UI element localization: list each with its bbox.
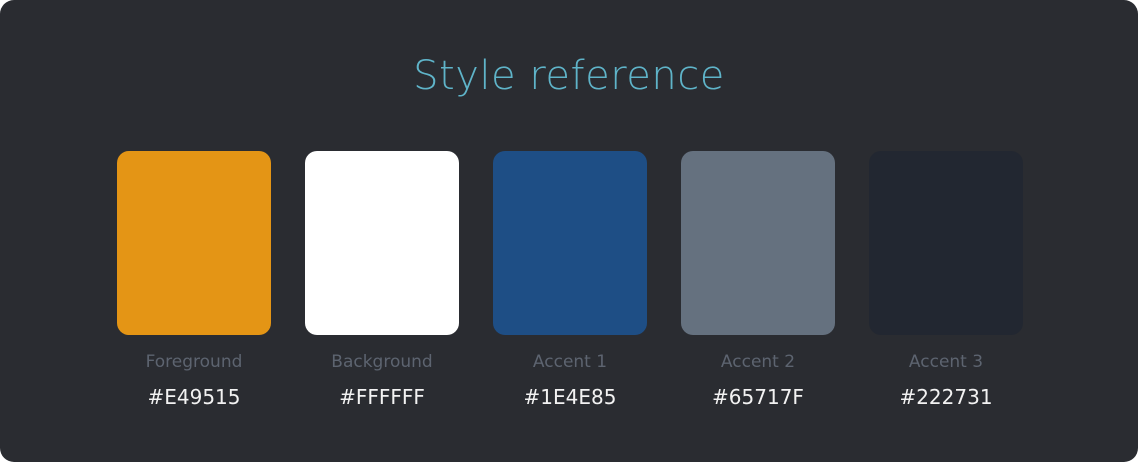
swatch-hex-value: #E49515 [147, 385, 241, 409]
swatch-foreground: Foreground #E49515 [117, 151, 271, 410]
swatch-accent-2: Accent 2 #65717F [681, 151, 835, 410]
swatch-label: Accent 2 [720, 352, 796, 372]
swatch-hex-value: #222731 [899, 385, 993, 409]
color-chip-accent-1 [493, 151, 647, 335]
color-chip-accent-3 [869, 151, 1023, 335]
swatch-label: Foreground [145, 352, 243, 372]
swatch-accent-1: Accent 1 #1E4E85 [493, 151, 647, 410]
swatch-list: Foreground #E49515 Background #FFFFFF Ac… [117, 151, 1023, 410]
color-chip-foreground [117, 151, 271, 335]
swatch-hex-value: #65717F [712, 385, 804, 409]
swatch-label: Accent 1 [532, 352, 608, 372]
swatch-background: Background #FFFFFF [305, 151, 459, 410]
color-chip-accent-2 [681, 151, 835, 335]
swatch-hex-value: #1E4E85 [523, 385, 617, 409]
swatch-hex-value: #FFFFFF [339, 385, 425, 409]
swatch-label: Background [331, 352, 433, 372]
page-title: Style reference [413, 53, 725, 99]
swatch-label: Accent 3 [908, 352, 984, 372]
color-chip-background [305, 151, 459, 335]
style-reference-card: Style reference Foreground #E49515 Backg… [0, 0, 1138, 462]
swatch-accent-3: Accent 3 #222731 [869, 151, 1023, 410]
